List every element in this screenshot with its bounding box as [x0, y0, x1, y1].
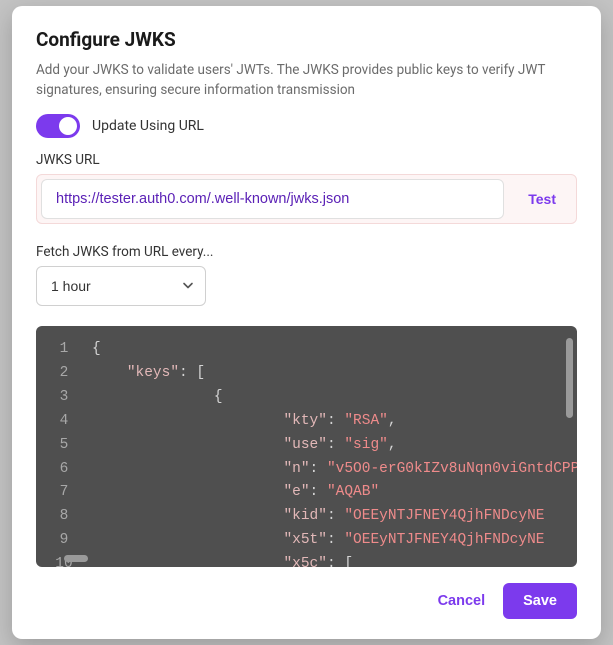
jwks-url-input[interactable]: [41, 179, 504, 219]
line-number: 2: [36, 362, 92, 386]
code-text: "e": "AQAB": [92, 481, 379, 505]
code-line: 5 "use": "sig",: [36, 434, 577, 458]
code-line: 3 {: [36, 386, 577, 410]
code-line: 10 "x5c": [: [36, 553, 577, 567]
code-line: 8 "kid": "OEEyNTJFNEY4QjhFNDcyNE: [36, 505, 577, 529]
line-number: 5: [36, 434, 92, 458]
code-line: 9 "x5t": "OEEyNTJFNEY4QjhFNDcyNE: [36, 529, 577, 553]
code-line: 4 "kty": "RSA",: [36, 410, 577, 434]
update-using-url-label: Update Using URL: [92, 118, 204, 134]
configure-jwks-modal: Configure JWKS Add your JWKS to validate…: [12, 6, 601, 639]
toggle-knob: [59, 117, 77, 135]
modal-title: Configure JWKS: [36, 28, 577, 51]
code-scroll-area[interactable]: 1{2 "keys": [3 {4 "kty": "RSA",5 "use": …: [36, 326, 577, 567]
code-line: 2 "keys": [: [36, 362, 577, 386]
jwks-url-row: Test: [36, 174, 577, 224]
save-button[interactable]: Save: [503, 583, 577, 619]
code-line: 6 "n": "v5O0-erG0kIZv8uNqn0viGntdCPP7FyA…: [36, 458, 577, 482]
code-line: 1{: [36, 338, 577, 362]
update-using-url-toggle[interactable]: [36, 114, 80, 138]
code-text: "x5t": "OEEyNTJFNEY4QjhFNDcyNE: [92, 529, 545, 553]
code-line: 7 "e": "AQAB": [36, 481, 577, 505]
line-number: 9: [36, 529, 92, 553]
code-text: {: [92, 386, 223, 410]
code-text: "keys": [: [92, 362, 205, 386]
line-number: 6: [36, 458, 92, 482]
horizontal-scrollbar[interactable]: [64, 555, 88, 562]
code-text: "kid": "OEEyNTJFNEY4QjhFNDcyNE: [92, 505, 545, 529]
modal-footer: Cancel Save: [36, 583, 577, 619]
modal-subtitle: Add your JWKS to validate users' JWTs. T…: [36, 61, 577, 100]
jwks-code-block: 1{2 "keys": [3 {4 "kty": "RSA",5 "use": …: [36, 326, 577, 567]
code-text: "n": "v5O0-erG0kIZv8uNqn0viGntdCPP7FyAfF…: [92, 458, 577, 482]
fetch-interval-label: Fetch JWKS from URL every...: [36, 244, 577, 260]
line-number: 4: [36, 410, 92, 434]
line-number: 3: [36, 386, 92, 410]
code-text: "kty": "RSA",: [92, 410, 397, 434]
fetch-interval-select[interactable]: 1 hour: [36, 266, 206, 306]
test-button[interactable]: Test: [508, 175, 576, 223]
cancel-button[interactable]: Cancel: [438, 593, 486, 609]
line-number: 8: [36, 505, 92, 529]
code-text: "x5c": [: [92, 553, 353, 567]
vertical-scrollbar[interactable]: [566, 338, 573, 418]
fetch-interval-wrap: 1 hour: [36, 266, 206, 306]
line-number: 7: [36, 481, 92, 505]
code-text: "use": "sig",: [92, 434, 397, 458]
jwks-url-label: JWKS URL: [36, 152, 577, 168]
line-number: 1: [36, 338, 92, 362]
update-using-url-row: Update Using URL: [36, 114, 577, 138]
code-text: {: [92, 338, 101, 362]
